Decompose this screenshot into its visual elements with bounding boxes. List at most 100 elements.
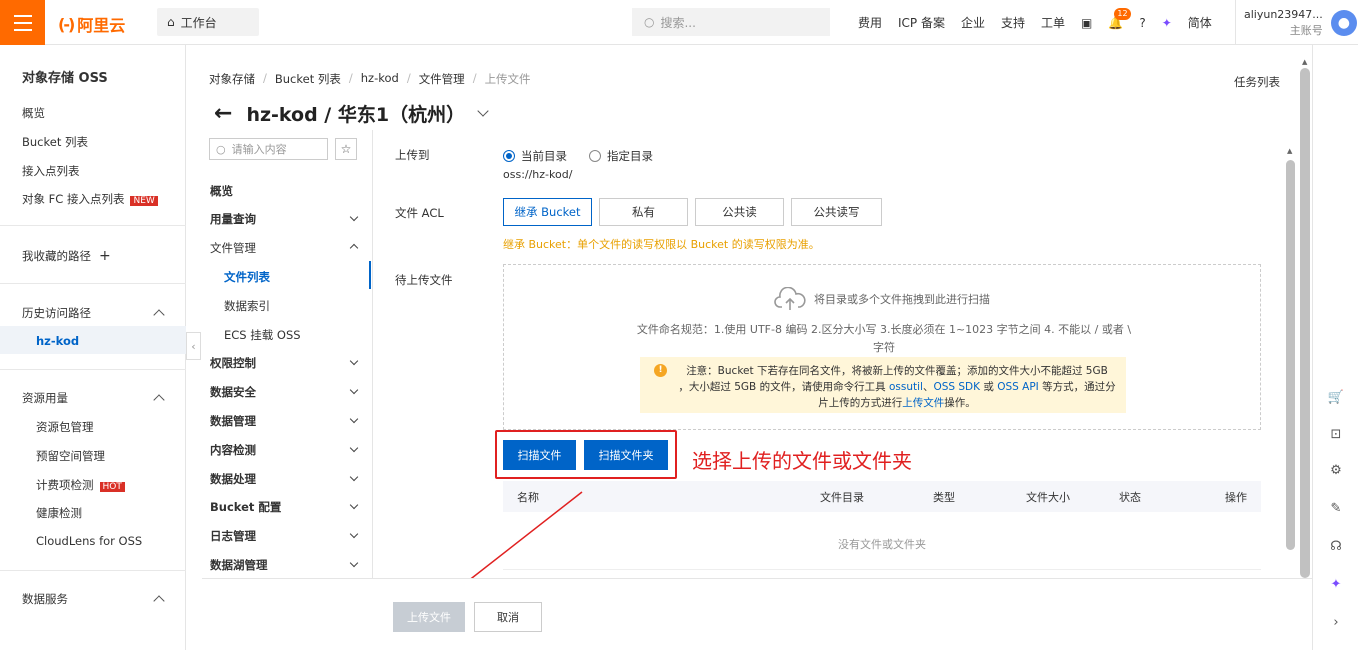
ai-icon[interactable]: ✦ [1327, 575, 1345, 593]
sidebar-item-resource[interactable]: 资源用量 [22, 390, 68, 406]
chevron-down-icon[interactable] [349, 414, 359, 424]
chevron-up-icon[interactable] [153, 309, 165, 321]
tree-item-permission[interactable]: 权限控制 [210, 355, 256, 371]
scan-file-button[interactable]: 扫描文件 [503, 440, 576, 470]
sidebar-item-favorites[interactable]: 我收藏的路径 + [22, 248, 111, 264]
scan-folder-button[interactable]: 扫描文件夹 [584, 440, 668, 470]
tree-item-data-process[interactable]: 数据处理 [210, 471, 256, 487]
sidebar-item-hz-kod[interactable]: hz-kod [36, 334, 79, 348]
notice-line: 片上传的方式进行上传文件操作。 [678, 395, 1116, 411]
nav-fees[interactable]: 费用 [850, 14, 890, 31]
radio-specified-dir[interactable]: 指定目录 [589, 148, 653, 164]
tree-item-ecs-mount[interactable]: ECS 挂载 OSS [224, 327, 301, 343]
aliyun-logo[interactable]: (-) 阿里云 [58, 12, 125, 36]
tree-item-overview[interactable]: 概览 [210, 183, 233, 199]
tree-item-content-check[interactable]: 内容检测 [210, 442, 256, 458]
back-arrow-icon[interactable]: ← [214, 101, 232, 126]
avatar[interactable]: ● [1330, 9, 1357, 36]
breadcrumb-file-mgmt[interactable]: 文件管理 [419, 71, 465, 87]
cart-icon[interactable]: 🛒 [1327, 388, 1345, 406]
upload-file-link[interactable]: 上传文件 [902, 397, 944, 409]
tree-search-input[interactable]: ○ 请输入内容 [209, 138, 328, 160]
tree-item-file-list[interactable]: 文件列表 [224, 269, 270, 285]
chevron-down-icon[interactable] [477, 104, 489, 117]
chevron-up-icon[interactable] [349, 243, 359, 253]
menu-icon[interactable] [0, 0, 45, 45]
chevron-down-icon[interactable] [349, 500, 359, 510]
tree-item-security[interactable]: 数据安全 [210, 384, 256, 400]
plus-icon[interactable]: + [99, 248, 111, 264]
acl-private-button[interactable]: 私有 [599, 198, 688, 226]
chevron-down-icon[interactable] [349, 472, 359, 482]
language-switch[interactable]: 简体 [1180, 14, 1220, 31]
breadcrumb-bucket-list[interactable]: Bucket 列表 [275, 71, 341, 87]
sidebar-item-access-points[interactable]: 接入点列表 [22, 163, 80, 179]
sidebar-item-package[interactable]: 资源包管理 [36, 419, 94, 435]
acl-inherit-button[interactable]: 继承 Bucket [503, 198, 592, 226]
gear-icon[interactable]: ⚙ [1327, 461, 1345, 479]
tree-item-logs[interactable]: 日志管理 [210, 528, 256, 544]
workbench-button[interactable]: ⌂ 工作台 [157, 8, 259, 36]
nav-ticket[interactable]: 工单 [1033, 14, 1073, 31]
radio-current-dir[interactable]: 当前目录 [503, 148, 567, 164]
sidebar-item-billing-check[interactable]: 计费项检测 HOT [36, 477, 125, 493]
acl-public-rw-button[interactable]: 公共读写 [791, 198, 882, 226]
chevron-up-icon[interactable] [153, 394, 165, 406]
chevron-down-icon[interactable] [349, 356, 359, 366]
tree-item-data-index[interactable]: 数据索引 [224, 298, 270, 314]
sidebar-item-reserved[interactable]: 预留空间管理 [36, 448, 105, 464]
sidebar-item-cloudlens[interactable]: CloudLens for OSS [36, 534, 142, 548]
star-icon[interactable]: ☆ [335, 138, 357, 160]
terminal-icon[interactable]: ▣ [1073, 16, 1100, 30]
breadcrumb-oss[interactable]: 对象存储 [209, 71, 255, 87]
edit-icon[interactable]: ✎ [1327, 499, 1345, 517]
sidebar-item-bucket-list[interactable]: Bucket 列表 [22, 134, 88, 150]
user-menu[interactable]: aliyun23947... 主账号 ● [1235, 0, 1357, 45]
acl-public-read-button[interactable]: 公共读 [695, 198, 784, 226]
cloud-upload-icon [774, 287, 806, 310]
chevron-right-icon[interactable]: › [1327, 613, 1345, 631]
sidebar-item-overview[interactable]: 概览 [22, 105, 45, 121]
sidebar-item-data-service[interactable]: 数据服务 [22, 591, 68, 607]
tree-item-file-mgmt[interactable]: 文件管理 [210, 240, 256, 256]
chevron-down-icon[interactable] [349, 529, 359, 539]
breadcrumb-bucket[interactable]: hz-kod [361, 71, 399, 87]
bell-icon[interactable]: 🔔 12 [1100, 7, 1131, 30]
tree-item-data-mgmt[interactable]: 数据管理 [210, 413, 256, 429]
drop-zone[interactable]: 将目录或多个文件拖拽到此进行扫描 文件命名规范：1.使用 UTF-8 编码 2.… [503, 264, 1261, 430]
chevron-down-icon[interactable] [349, 385, 359, 395]
tree-item-usage[interactable]: 用量查询 [210, 211, 256, 227]
headset-icon[interactable]: ☊ [1327, 537, 1345, 555]
chevron-down-icon[interactable] [349, 443, 359, 453]
nav-icp[interactable]: ICP 备案 [890, 14, 953, 31]
user-role: 主账号 [1289, 23, 1323, 37]
scroll-up-icon[interactable]: ▲ [1287, 147, 1292, 155]
upload-button[interactable]: 上传文件 [393, 602, 465, 632]
chevron-up-icon[interactable] [153, 595, 165, 607]
sidebar-item-health[interactable]: 健康检测 [36, 505, 82, 521]
nav-support[interactable]: 支持 [993, 14, 1033, 31]
notice-line: ，大小超过 5GB 的文件，请使用命令行工具 ossutil、OSS SDK 或… [678, 379, 1116, 395]
tree-item-datalake[interactable]: 数据湖管理 [210, 557, 268, 573]
sidebar-item-history[interactable]: 历史访问路径 [22, 305, 91, 321]
radio-unchecked-icon [589, 150, 601, 162]
chevron-down-icon[interactable] [349, 558, 359, 568]
form-scrollbar-thumb[interactable] [1286, 160, 1295, 550]
global-search-input[interactable]: ○ 搜索... [632, 8, 830, 36]
scroll-up-icon[interactable]: ▲ [1302, 58, 1307, 66]
oss-api-link[interactable]: OSS API [997, 381, 1039, 393]
cancel-button[interactable]: 取消 [474, 602, 542, 632]
page-scrollbar-thumb[interactable] [1300, 68, 1310, 578]
bucket-nav: ○ 请输入内容 ☆ 概览 用量查询 文件管理 文件列表 数据索引 ECS 挂载 … [202, 130, 373, 578]
ai-assistant-icon[interactable]: ✦ [1154, 16, 1180, 30]
oss-sdk-link[interactable]: OSS SDK [933, 381, 980, 393]
robot-icon[interactable]: ⊡ [1327, 425, 1345, 443]
task-list-link[interactable]: 任务列表 [1234, 74, 1280, 90]
chevron-down-icon[interactable] [349, 212, 359, 222]
help-icon[interactable]: ? [1131, 16, 1153, 30]
tree-item-bucket-config[interactable]: Bucket 配置 [210, 499, 281, 515]
sidebar-item-fc-access-points[interactable]: 对象 FC 接入点列表 NEW [22, 191, 158, 207]
ossutil-link[interactable]: ossutil [889, 381, 923, 393]
sidebar-collapse-button[interactable]: ‹ [186, 332, 201, 360]
nav-enterprise[interactable]: 企业 [953, 14, 993, 31]
